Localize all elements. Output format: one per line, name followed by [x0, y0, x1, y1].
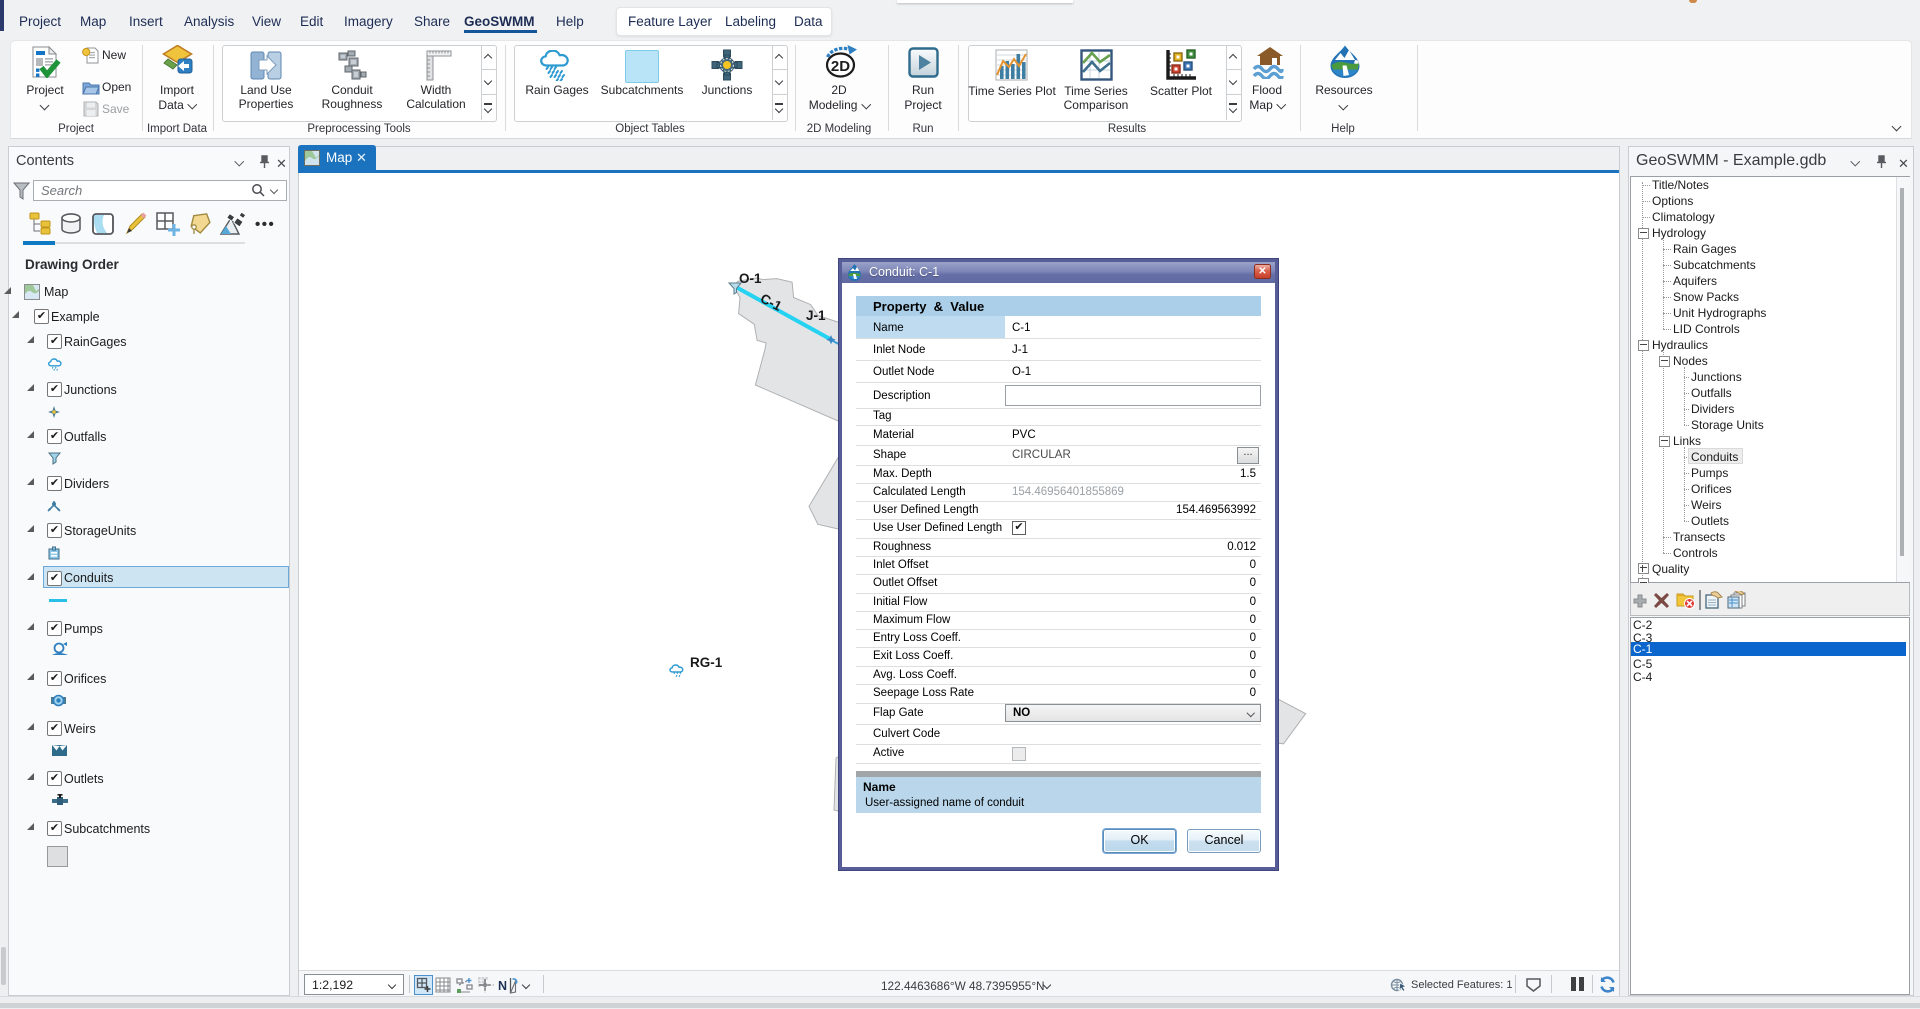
svg-text:RG-1: RG-1 [690, 655, 723, 670]
svg-text:J-1: J-1 [806, 308, 826, 323]
svg-text:O-1: O-1 [739, 271, 762, 286]
svg-text:2D: 2D [831, 58, 850, 75]
svg-text:N: N [498, 979, 507, 993]
